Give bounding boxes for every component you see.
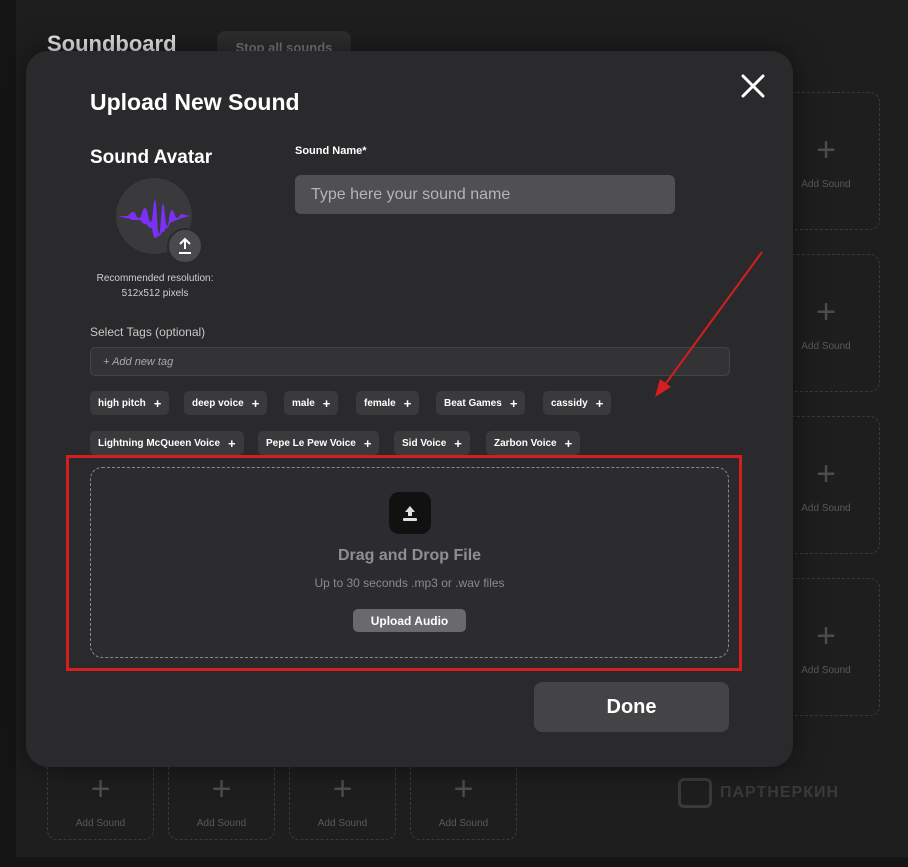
plus-icon: + xyxy=(251,395,260,411)
plus-icon: + xyxy=(816,130,836,169)
plus-icon: + xyxy=(363,435,372,451)
tag-label: Lightning McQueen Voice xyxy=(98,437,221,449)
plus-icon: + xyxy=(403,395,412,411)
tag-chip[interactable]: deep voice + xyxy=(184,391,268,415)
add-sound-label: Add Sound xyxy=(801,664,851,676)
avatar-note-line2: 512x512 pixels xyxy=(121,288,189,299)
add-sound-label: Add Sound xyxy=(438,818,489,829)
tags-label: Select Tags (optional) xyxy=(90,325,206,339)
add-sound-label: Add Sound xyxy=(801,340,851,352)
sound-name-input[interactable] xyxy=(295,175,675,214)
plus-icon: + xyxy=(228,435,236,451)
watermark-text: ПАРТНЕРКИН xyxy=(720,784,840,801)
plus-icon: + xyxy=(453,770,474,808)
tag-label: cassidy xyxy=(551,397,588,409)
highlight-box xyxy=(66,455,742,671)
plus-icon: + xyxy=(211,770,232,808)
tag-label: Sid Voice xyxy=(402,437,447,449)
watermark: ПАРТНЕРКИН xyxy=(678,778,839,808)
add-sound-label: Add Sound xyxy=(75,818,126,829)
add-sound-label: Add Sound xyxy=(801,502,851,514)
plus-icon: + xyxy=(332,770,353,808)
tag-label: male xyxy=(292,397,315,409)
plus-icon: + xyxy=(454,435,462,451)
tag-label: Zarbon Voice xyxy=(494,437,557,449)
tag-label: high pitch xyxy=(98,397,146,409)
plus-icon: + xyxy=(816,454,836,493)
tag-chip[interactable]: male + xyxy=(284,391,339,415)
tag-chip[interactable]: Lightning McQueen Voice + xyxy=(90,431,244,455)
plus-icon: + xyxy=(595,395,604,411)
add-sound-label: Add Sound xyxy=(801,178,851,190)
tag-label: deep voice xyxy=(192,397,244,409)
tag-label: female xyxy=(364,397,396,409)
modal-title: Upload New Sound xyxy=(90,89,300,115)
avatar-heading: Sound Avatar xyxy=(90,147,213,168)
tag-label: Beat Games xyxy=(444,397,502,409)
avatar-note-line1: Recommended resolution: xyxy=(96,273,214,284)
tag-chip[interactable]: Sid Voice + xyxy=(394,431,470,455)
close-icon[interactable] xyxy=(739,72,767,100)
plus-icon: + xyxy=(322,395,331,411)
plus-icon: + xyxy=(153,395,162,411)
plus-icon: + xyxy=(816,292,836,331)
avatar-resolution-note: Recommended resolution: 512x512 pixels xyxy=(80,271,230,301)
tag-chip[interactable]: high pitch + xyxy=(90,391,170,415)
add-tag-input[interactable] xyxy=(90,347,730,376)
tag-chip[interactable]: Beat Games + xyxy=(436,391,526,415)
tag-chip[interactable]: cassidy + xyxy=(543,391,612,415)
plus-icon: + xyxy=(564,435,573,451)
watermark-icon xyxy=(678,778,712,808)
tag-chip[interactable]: Zarbon Voice + xyxy=(486,431,581,455)
tag-chip[interactable]: Pepe Le Pew Voice + xyxy=(258,431,380,455)
upload-icon[interactable] xyxy=(167,228,203,264)
add-sound-label: Add Sound xyxy=(317,818,368,829)
tag-label: Pepe Le Pew Voice xyxy=(266,437,356,449)
tag-chip[interactable]: female + xyxy=(356,391,420,415)
sound-name-label: Sound Name* xyxy=(295,145,367,157)
plus-icon: + xyxy=(90,770,111,808)
add-sound-label: Add Sound xyxy=(196,818,247,829)
plus-icon: + xyxy=(816,616,836,655)
plus-icon: + xyxy=(509,395,518,411)
done-button[interactable]: Done xyxy=(534,682,729,732)
